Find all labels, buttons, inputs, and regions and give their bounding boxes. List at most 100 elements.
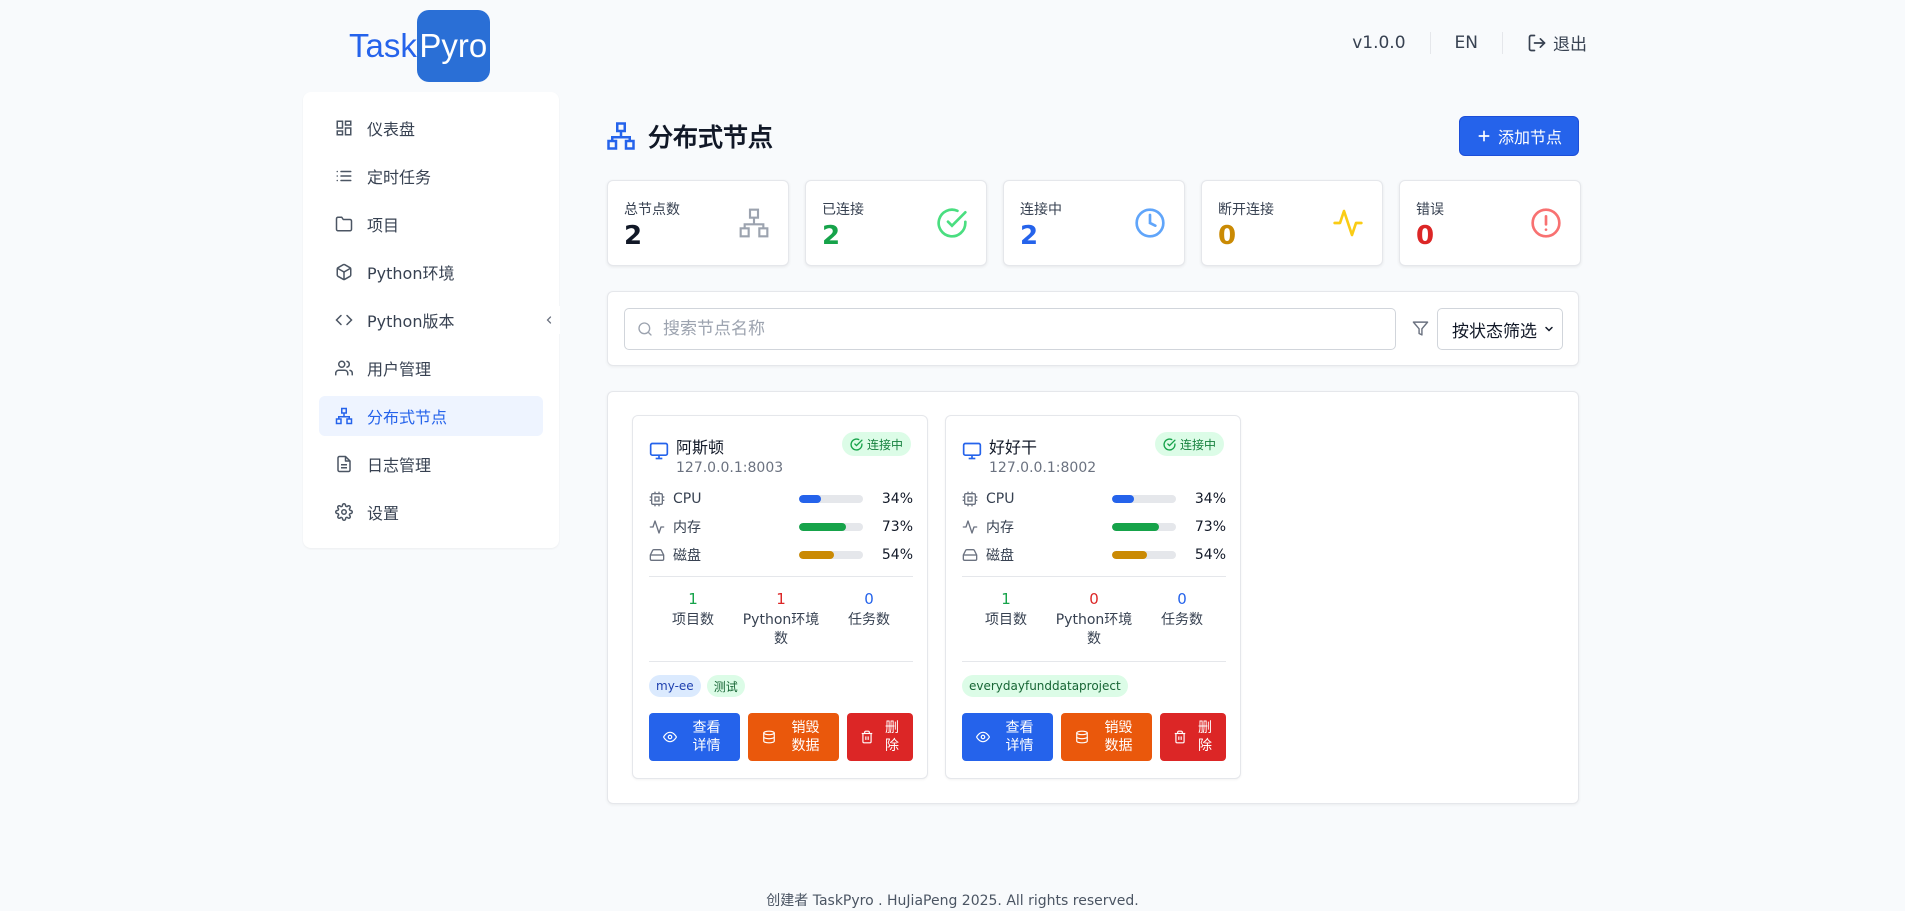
delete-button[interactable]: 删除 (1160, 713, 1226, 761)
users-icon (335, 359, 353, 377)
logout-icon (1528, 34, 1546, 51)
sidebar-item-label: 定时任务 (367, 168, 432, 187)
sidebar-item-users[interactable]: 用户管理 (319, 348, 543, 388)
stat-card-total: 总节点数 2 (607, 180, 789, 266)
sidebar-item-python-env[interactable]: Python环境 (319, 252, 543, 292)
tag: 测试 (706, 675, 745, 697)
count-label: 任务数 (848, 612, 890, 628)
nodes-panel: 阿斯顿 127.0.0.1:8003 连接中 CPU 34% 内存 73% 磁盘… (607, 391, 1579, 804)
node-tags: my-ee 测试 (649, 675, 745, 697)
logout-button[interactable]: 退出 (1527, 30, 1587, 55)
sidebar-item-distributed-nodes[interactable]: 分布式节点 (319, 396, 543, 436)
destroy-data-button[interactable]: 销毁数据 (1061, 713, 1152, 761)
count-number: 0 (1177, 590, 1187, 608)
tag: my-ee (649, 675, 701, 697)
status-text: 连接中 (1179, 437, 1216, 452)
metric-value: 54% (1194, 547, 1226, 563)
cube-icon (335, 263, 353, 281)
trash-icon (1174, 730, 1186, 744)
database-icon (762, 730, 775, 744)
network-icon (607, 122, 635, 150)
search-input[interactable] (663, 319, 1363, 339)
count-number: 0 (1089, 590, 1099, 608)
sidebar-item-python-version[interactable]: Python版本 (319, 300, 543, 340)
stat-card-error: 错误 0 (1399, 180, 1581, 266)
stat-card-connected: 已连接 2 (805, 180, 987, 266)
count-label: 项目数 (985, 612, 1027, 628)
sidebar-item-dashboard[interactable]: 仪表盘 (319, 108, 543, 148)
sidebar-item-label: 设置 (367, 504, 400, 523)
progress-fill (1112, 523, 1159, 531)
check-circle-icon (1163, 437, 1176, 451)
button-label: 删除 (1198, 720, 1212, 754)
delete-button[interactable]: 删除 (847, 713, 913, 761)
button-label: 查看详情 (1005, 720, 1034, 754)
node-counts: 1 项目数 1 Python环境数 0 任务数 (649, 590, 913, 649)
sidebar-item-settings[interactable]: 设置 (319, 492, 543, 532)
gear-icon (335, 503, 353, 521)
logout-label: 退出 (1553, 35, 1587, 55)
node-address: 127.0.0.1:8003 (676, 460, 784, 476)
filter-icon (1412, 321, 1429, 336)
node-header: 阿斯顿 127.0.0.1:8003 (649, 434, 783, 476)
count-label: 任务数 (1161, 612, 1203, 628)
metric-value: 73% (881, 519, 913, 535)
node-actions: 查看详情 销毁数据 删除 (962, 713, 1226, 761)
dashboard-icon (335, 119, 353, 137)
sidebar: 仪表盘 定时任务 项目 Python环境 Python版本 用户管理 分布式节点… (303, 92, 559, 548)
metric-value: 34% (881, 491, 913, 507)
file-icon (335, 455, 353, 473)
node-card: 阿斯顿 127.0.0.1:8003 连接中 CPU 34% 内存 73% 磁盘… (632, 415, 928, 779)
metric-label: CPU (673, 491, 702, 507)
node-header: 好好干 127.0.0.1:8002 (962, 434, 1096, 476)
logo-text-pyro: Pyro (416, 10, 490, 82)
count-label: 项目数 (672, 612, 714, 628)
progress-fill (1112, 495, 1134, 503)
count-label: Python环境数 (1055, 612, 1133, 647)
view-details-button[interactable]: 查看详情 (649, 713, 740, 761)
add-node-button[interactable]: 添加节点 (1459, 116, 1579, 156)
count-projects: 1 项目数 (649, 590, 737, 649)
search-box (624, 308, 1396, 350)
stat-card-connecting: 连接中 2 (1003, 180, 1185, 266)
status-text: 连接中 (866, 437, 903, 452)
destroy-data-button[interactable]: 销毁数据 (748, 713, 839, 761)
cpu-icon (962, 491, 978, 507)
page-title: 分布式节点 (606, 118, 773, 154)
view-details-button[interactable]: 查看详情 (962, 713, 1053, 761)
count-number: 1 (776, 590, 786, 608)
progress-fill (799, 523, 846, 531)
sidebar-item-scheduled-tasks[interactable]: 定时任务 (319, 156, 543, 196)
header-actions: v1.0.0 EN 退出 (1352, 30, 1587, 55)
disk-progress-bar (1112, 551, 1176, 559)
language-toggle[interactable]: EN (1455, 33, 1478, 53)
button-label: 删除 (885, 720, 899, 754)
node-name: 好好干 (989, 438, 1038, 457)
metric-disk: 磁盘 54% (962, 545, 1226, 565)
count-projects: 1 项目数 (962, 590, 1050, 649)
header-divider (1502, 31, 1503, 54)
count-label: Python环境数 (742, 612, 820, 647)
plus-icon (1478, 130, 1490, 142)
metric-label: 内存 (986, 520, 1014, 536)
activity-icon (649, 520, 665, 534)
footer: 创建者 TaskPyro . HuJiaPeng 2025. All right… (766, 893, 1139, 909)
tag: everydayfunddataproject (962, 675, 1128, 697)
node-actions: 查看详情 销毁数据 删除 (649, 713, 913, 761)
sidebar-item-projects[interactable]: 项目 (319, 204, 543, 244)
folder-icon (335, 215, 353, 233)
clock-icon (1135, 208, 1165, 238)
divider (962, 576, 1226, 577)
stats-row: 总节点数 2 已连接 2 连接中 2 断开连接 0 错误 0 (607, 180, 1581, 266)
monitor-icon (962, 442, 982, 460)
count-number: 0 (864, 590, 874, 608)
status-filter-select[interactable]: 按状态筛选 (1437, 308, 1563, 350)
node-card: 好好干 127.0.0.1:8002 连接中 CPU 34% 内存 73% 磁盘… (945, 415, 1241, 779)
app-logo[interactable]: Task Pyro (349, 10, 490, 82)
header-divider (1429, 31, 1431, 54)
sidebar-collapse-button[interactable] (538, 306, 560, 334)
sidebar-item-logs[interactable]: 日志管理 (319, 444, 543, 484)
count-number: 1 (1001, 590, 1011, 608)
check-circle-icon (850, 437, 863, 451)
progress-fill (799, 551, 834, 559)
